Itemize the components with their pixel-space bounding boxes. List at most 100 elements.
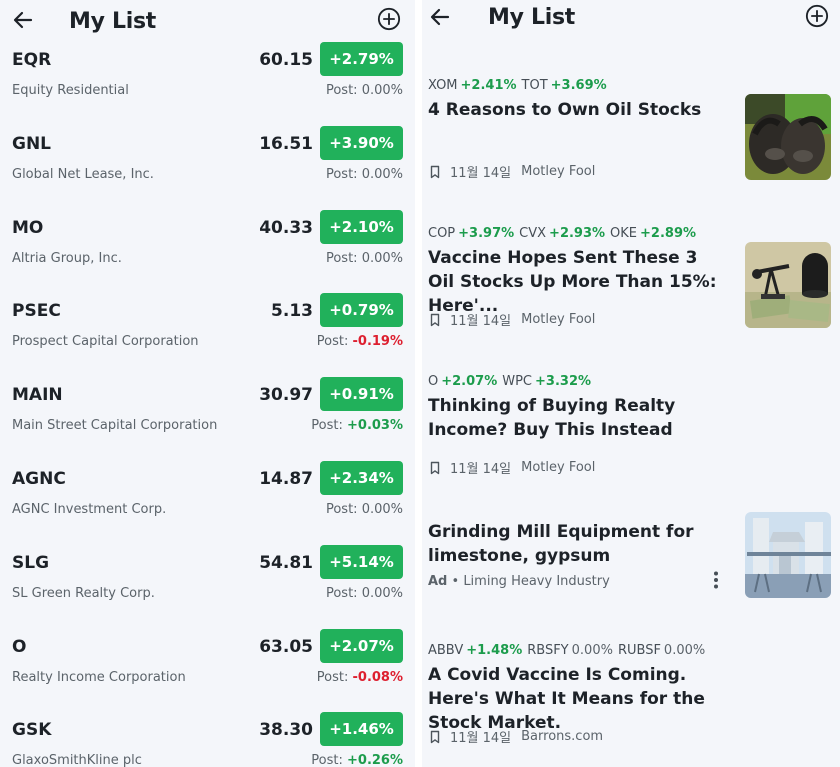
ticker-change: 0.00% xyxy=(663,643,706,658)
stock-price: 54.81 xyxy=(259,552,313,573)
post-market-change: Post: +0.26% xyxy=(311,753,403,767)
ticker-change: +2.41% xyxy=(460,78,517,93)
ticker[interactable]: TOT +3.69% xyxy=(522,78,607,93)
post-value: -0.08% xyxy=(352,669,404,685)
ad-item[interactable]: Grinding Mill Equipment for limestone, g… xyxy=(422,512,840,638)
company-name: AGNC Investment Corp. xyxy=(12,502,167,517)
change-badge[interactable]: +0.91% xyxy=(320,377,403,412)
company-name: Main Street Capital Corporation xyxy=(12,418,218,434)
back-arrow-icon[interactable] xyxy=(428,5,452,29)
change-badge[interactable]: +1.46% xyxy=(320,712,403,747)
news-headline[interactable]: Grinding Mill Equipment for limestone, g… xyxy=(428,520,728,568)
stock-price: 14.87 xyxy=(259,469,313,489)
oily-hands-thumbnail[interactable] xyxy=(745,94,831,180)
news-item[interactable]: O +2.07% WPC +3.32% Thinking of Buying Realt… xyxy=(422,374,840,492)
news-headline[interactable]: Vaccine Hopes Sent These 3 Oil Stocks Up… xyxy=(428,246,728,318)
watchlist-panel: My List EQR 60.15 +2.79% Equity Residential… xyxy=(0,0,415,767)
ticker-symbol: O xyxy=(428,374,439,389)
add-circle-icon[interactable] xyxy=(377,7,403,33)
stock-symbol: AGNC xyxy=(12,469,66,489)
post-value: 0.00% xyxy=(361,166,403,182)
ticker[interactable]: ABBV +1.48% xyxy=(428,643,522,658)
bookmark-icon[interactable] xyxy=(428,165,442,179)
stock-price: 60.15 xyxy=(259,50,313,70)
stock-row[interactable]: MAIN 30.97 +0.91% Main Street Capital Corpo… xyxy=(0,377,415,469)
bookmark-icon[interactable] xyxy=(428,461,442,475)
ticker[interactable]: RBSFY 0.00% xyxy=(527,643,613,658)
bookmark-icon[interactable] xyxy=(428,313,442,327)
ticker-symbol: RBSFY xyxy=(527,643,569,658)
news-header: My List xyxy=(422,0,840,44)
post-market-change: Post: +0.03% xyxy=(311,418,403,433)
change-badge[interactable]: +2.07% xyxy=(320,628,403,663)
news-item[interactable]: ABBV +1.48% RBSFY 0.00% RUBSF 0.00% A Covid Va… xyxy=(422,643,840,761)
back-arrow-icon[interactable] xyxy=(11,8,35,32)
news-headline[interactable]: A Covid Vaccine Is Coming. Here's What I… xyxy=(428,663,728,735)
company-name: Equity Residential xyxy=(12,83,129,98)
bookmark-icon[interactable] xyxy=(428,730,442,744)
ad-meta: Ad • Liming Heavy Industry xyxy=(428,574,610,589)
change-badge[interactable]: +5.14% xyxy=(320,544,403,579)
stock-row[interactable]: PSEC 5.13 +0.79% Prospect Capital Corporati… xyxy=(0,293,415,385)
publish-date: 11월 14일 xyxy=(450,731,512,746)
stock-row[interactable]: GNL 16.51 +3.90% Global Net Lease, Inc. Post… xyxy=(0,125,415,218)
stock-row[interactable]: SLG 54.81 +5.14% SL Green Realty Corp. Post:… xyxy=(0,544,415,637)
post-value: 0.00% xyxy=(361,502,403,517)
oil-pump-money-thumbnail[interactable] xyxy=(745,242,831,328)
ticker-symbol: CVX xyxy=(519,226,547,241)
news-source: Motley Fool xyxy=(521,164,596,179)
stock-symbol: SLG xyxy=(12,552,50,573)
ticker[interactable]: COP +3.97% xyxy=(428,226,514,241)
add-circle-icon[interactable] xyxy=(805,4,831,30)
change-badge[interactable]: +2.79% xyxy=(320,42,403,76)
ticker-symbol: WPC xyxy=(502,374,533,389)
news-item[interactable]: COP +3.97% CVX +2.93% OKE +2.89% Vaccine Hopes… xyxy=(422,226,840,344)
ticker-symbol: ABBV xyxy=(428,643,464,658)
post-value: +0.26% xyxy=(347,753,403,767)
post-label: Post: xyxy=(325,166,362,182)
change-badge[interactable]: +2.34% xyxy=(320,461,403,495)
stock-symbol: EQR xyxy=(12,50,52,70)
stock-row[interactable]: EQR 60.15 +2.79% Equity Residential Post: 0.… xyxy=(0,42,415,134)
stock-row[interactable]: MO 40.33 +2.10% Altria Group, Inc. Post: 0.0… xyxy=(0,209,415,302)
change-badge[interactable]: +3.90% xyxy=(320,125,403,160)
stock-row[interactable]: GSK 38.30 +1.46% GlaxoSmithKline plc Post: +… xyxy=(0,712,415,767)
change-badge[interactable]: +2.10% xyxy=(320,209,403,244)
post-value: 0.00% xyxy=(361,585,403,601)
publish-date: 11월 14일 xyxy=(450,314,512,329)
ticker-change: +3.69% xyxy=(550,78,607,93)
stock-symbol: GSK xyxy=(12,720,52,741)
grinding-mill-thumbnail[interactable] xyxy=(745,512,831,598)
news-meta: 11월 14일 Motley Fool xyxy=(428,162,595,181)
ticker[interactable]: WPC +3.32% xyxy=(502,374,591,389)
stock-symbol: PSEC xyxy=(12,301,61,322)
ticker-strip: ABBV +1.48% RBSFY 0.00% RUBSF 0.00% xyxy=(428,643,710,658)
post-value: 0.00% xyxy=(361,250,403,266)
ticker-change: +2.93% xyxy=(549,226,606,241)
ticker[interactable]: CVX +2.93% xyxy=(519,226,605,241)
post-market-change: Post: -0.08% xyxy=(317,670,403,685)
company-name: GlaxoSmithKline plc xyxy=(12,753,142,767)
stock-row[interactable]: O 63.05 +2.07% Realty Income Corporation Pos… xyxy=(0,628,415,721)
change-badge[interactable]: +0.79% xyxy=(320,293,403,328)
ticker-symbol: RUBSF xyxy=(617,643,661,658)
ticker-change: +2.89% xyxy=(640,226,697,241)
news-item[interactable]: XOM +2.41% TOT +3.69% 4 Reasons to Own Oil S… xyxy=(422,78,840,196)
stock-symbol: GNL xyxy=(12,133,52,154)
news-meta: 11월 14일 Motley Fool xyxy=(428,310,595,329)
ticker-symbol: TOT xyxy=(521,78,548,93)
news-headline[interactable]: Thinking of Buying Realty Income? Buy Th… xyxy=(428,394,728,442)
ticker-strip: O +2.07% WPC +3.32% xyxy=(428,374,596,389)
stock-price: 38.30 xyxy=(259,720,313,741)
ticker-change: +3.97% xyxy=(458,226,515,241)
stock-price: 16.51 xyxy=(259,133,313,154)
stock-row[interactable]: AGNC 14.87 +2.34% AGNC Investment Corp. Post… xyxy=(0,461,415,553)
ticker[interactable]: RUBSF 0.00% xyxy=(618,643,705,658)
news-headline[interactable]: 4 Reasons to Own Oil Stocks xyxy=(428,98,728,122)
ticker-change: 0.00% xyxy=(571,643,613,658)
ticker-strip: XOM +2.41% TOT +3.69% xyxy=(428,78,612,93)
more-options-icon[interactable] xyxy=(709,570,723,590)
ticker[interactable]: XOM +2.41% xyxy=(428,78,517,93)
ticker[interactable]: O +2.07% xyxy=(428,374,497,389)
ticker[interactable]: OKE +2.89% xyxy=(610,226,696,241)
